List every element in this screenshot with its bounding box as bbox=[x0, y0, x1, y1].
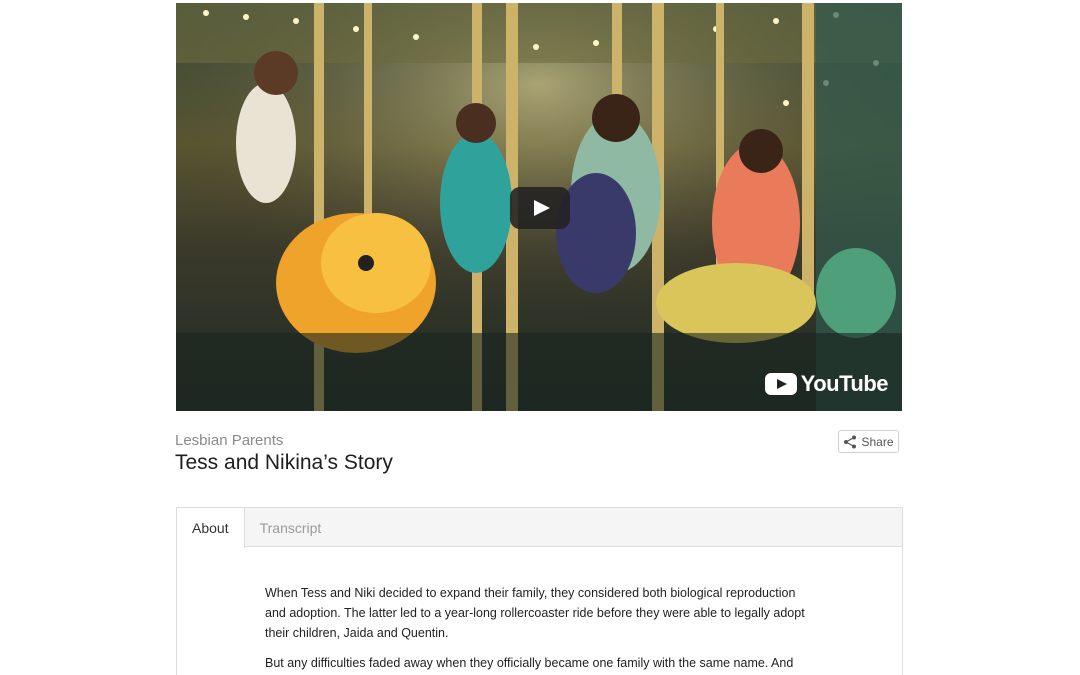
story-tabs-panel: About Transcript When Tess and Niki deci… bbox=[176, 507, 903, 675]
tab-about[interactable]: About bbox=[177, 508, 245, 548]
tab-transcript[interactable]: Transcript bbox=[245, 508, 337, 547]
about-content: When Tess and Niki decided to expand the… bbox=[177, 547, 902, 673]
about-paragraph: But any difficulties faded away when the… bbox=[265, 656, 794, 670]
share-label: Share bbox=[861, 434, 894, 449]
play-icon[interactable] bbox=[510, 187, 570, 229]
story-title: Tess and Nikina’s Story bbox=[175, 451, 393, 474]
tab-bar: About Transcript bbox=[177, 508, 902, 548]
share-icon bbox=[844, 435, 857, 448]
youtube-label: YouTube bbox=[800, 371, 889, 396]
youtube-icon bbox=[764, 373, 797, 395]
share-button[interactable]: Share bbox=[838, 430, 899, 453]
youtube-logo[interactable]: YouTube bbox=[764, 371, 889, 397]
about-paragraph: When Tess and Niki decided to expand the… bbox=[265, 586, 805, 640]
video-player[interactable]: YouTube bbox=[176, 3, 902, 411]
story-category: Lesbian Parents bbox=[175, 432, 284, 449]
